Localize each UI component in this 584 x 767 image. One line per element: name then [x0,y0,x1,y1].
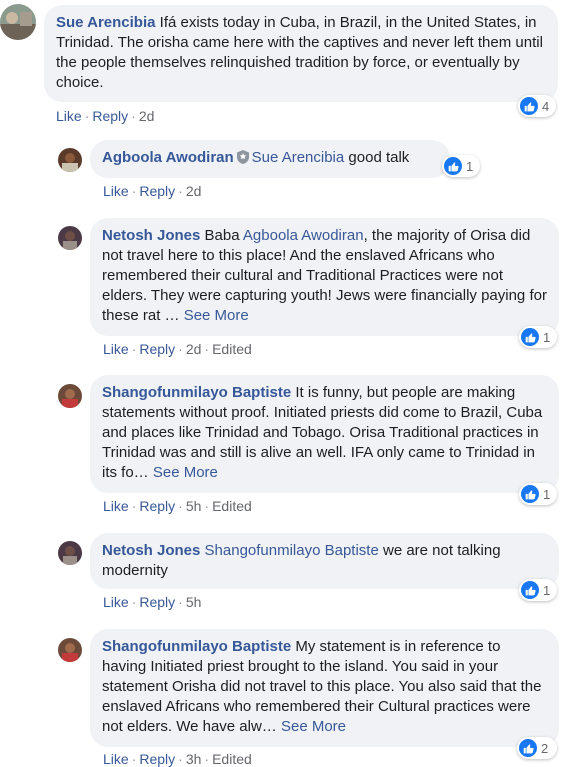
comment-bubble: Sue Arencibia Ifá exists today in Cuba, … [44,5,558,102]
thumbs-up-icon [521,485,539,503]
comment-author[interactable]: Sue Arencibia [56,14,155,31]
avatar[interactable] [58,638,82,662]
comment-author[interactable]: Shangofunmilayo Baptiste [102,384,291,401]
reaction-count[interactable]: 1 [442,155,480,177]
comment-bubble: Netosh Jones Shangofunmilayo Baptiste we… [90,533,559,589]
edited-label[interactable]: Edited [212,751,252,767]
reply-link[interactable]: Reply [139,594,175,610]
reaction-count[interactable]: 1 [519,579,557,601]
reaction-number: 1 [543,486,551,502]
comment-actions: Like · Reply · 5h [103,594,202,610]
comment-actions: Like · Reply · 3h · Edited [103,751,252,767]
mention-link[interactable]: Sue Arencibia [252,149,345,166]
comment-text: good talk [344,149,410,166]
comment-actions: Like · Reply · 2d · Edited [103,341,252,357]
thumbs-up-icon [520,97,538,115]
comment-actions: Like · Reply · 5h · Edited [103,498,252,514]
see-more-link[interactable]: See More [281,718,346,735]
like-link[interactable]: Like [103,751,129,767]
timestamp[interactable]: 3h [186,751,202,767]
reply-link[interactable]: Reply [92,108,128,124]
avatar[interactable] [58,226,82,250]
see-more-link[interactable]: See More [153,464,218,481]
timestamp[interactable]: 2d [186,341,202,357]
see-more-link[interactable]: See More [184,307,249,324]
comment-author[interactable]: Agboola Awodiran [102,149,234,166]
comment-bubble: Netosh Jones Baba Agboola Awodiran, the … [90,218,559,336]
reaction-number: 4 [542,98,550,114]
like-link[interactable]: Like [103,498,129,514]
reaction-count[interactable]: 1 [519,483,557,505]
thumbs-up-icon [519,739,537,757]
avatar[interactable] [58,148,82,172]
edited-label[interactable]: Edited [212,498,252,514]
avatar[interactable] [0,4,36,40]
reply-link[interactable]: Reply [139,183,175,199]
timestamp[interactable]: 5h [186,594,202,610]
comment-bubble: Agboola Awodiran Sue Arencibia good talk [90,140,450,178]
thumbs-up-icon [521,328,539,346]
avatar[interactable] [58,541,82,565]
mention-link[interactable]: Agboola Awodiran [243,227,364,244]
shield-badge-icon [236,150,249,170]
comment-bubble: Shangofunmilayo Baptiste My statement is… [90,629,559,747]
reaction-count[interactable]: 4 [518,95,556,117]
comment-actions: Like · Reply · 2d [103,183,202,199]
reaction-number: 1 [543,329,551,345]
like-link[interactable]: Like [56,108,82,124]
thumbs-up-icon [444,157,462,175]
like-link[interactable]: Like [103,341,129,357]
comment-text-prefix: Baba [200,227,243,244]
reaction-number: 1 [543,582,551,598]
reaction-number: 2 [541,740,549,756]
reply-link[interactable]: Reply [139,751,175,767]
comment-author[interactable]: Netosh Jones [102,227,200,244]
comment-author[interactable]: Shangofunmilayo Baptiste [102,638,291,655]
timestamp[interactable]: 2d [186,183,202,199]
comment-bubble: Shangofunmilayo Baptiste It is funny, bu… [90,375,559,493]
like-link[interactable]: Like [103,183,129,199]
reply-link[interactable]: Reply [139,498,175,514]
reaction-count[interactable]: 1 [519,326,557,348]
like-link[interactable]: Like [103,594,129,610]
mention-link[interactable]: Shangofunmilayo Baptiste [205,542,379,559]
timestamp[interactable]: 5h [186,498,202,514]
edited-label[interactable]: Edited [212,341,252,357]
reaction-count[interactable]: 2 [517,737,557,759]
timestamp[interactable]: 2d [139,108,155,124]
comment-actions: Like · Reply · 2d [56,108,155,124]
avatar[interactable] [58,384,82,408]
thumbs-up-icon [521,581,539,599]
comment-author[interactable]: Netosh Jones [102,542,200,559]
reply-link[interactable]: Reply [139,341,175,357]
reaction-number: 1 [466,158,474,174]
